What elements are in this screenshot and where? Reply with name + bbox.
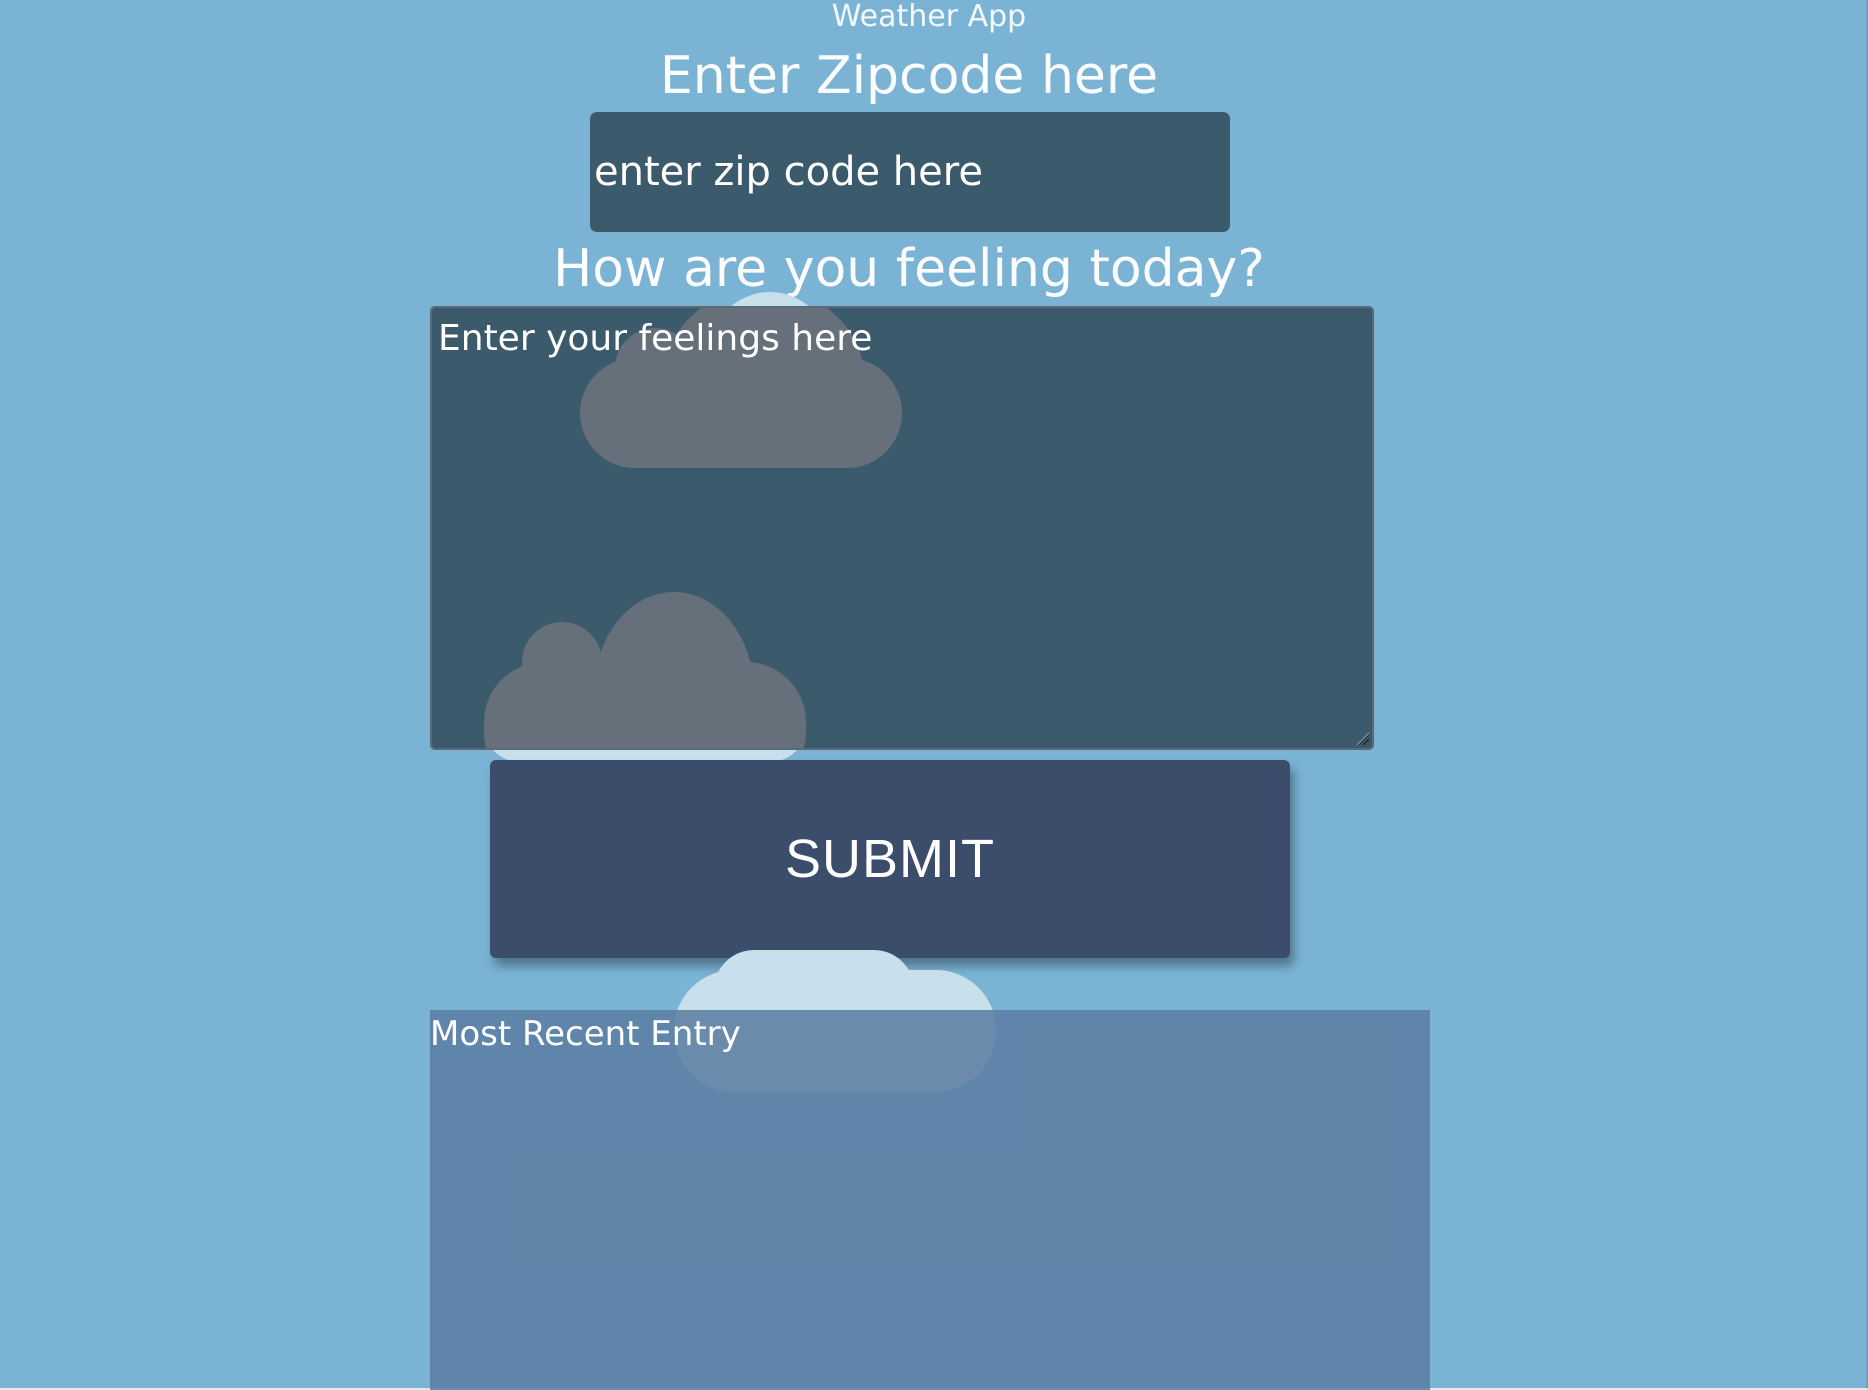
zip-heading: Enter Zipcode here [659,46,1159,106]
feelings-input[interactable]: Enter your feelings here [438,316,872,362]
recent-entry-title: Most Recent Entry [430,1014,741,1054]
submit-button[interactable]: SUBMIT [490,760,1290,958]
recent-entry-panel [430,1010,1430,1390]
feelings-box[interactable]: Enter your feelings here [430,306,1374,750]
zip-code-input[interactable] [590,112,1230,232]
resize-grip-icon[interactable] [1356,732,1370,746]
app-title: Weather App [831,0,1027,34]
cloud-icon [484,592,806,748]
feelings-heading: How are you feeling today? [553,239,1265,299]
